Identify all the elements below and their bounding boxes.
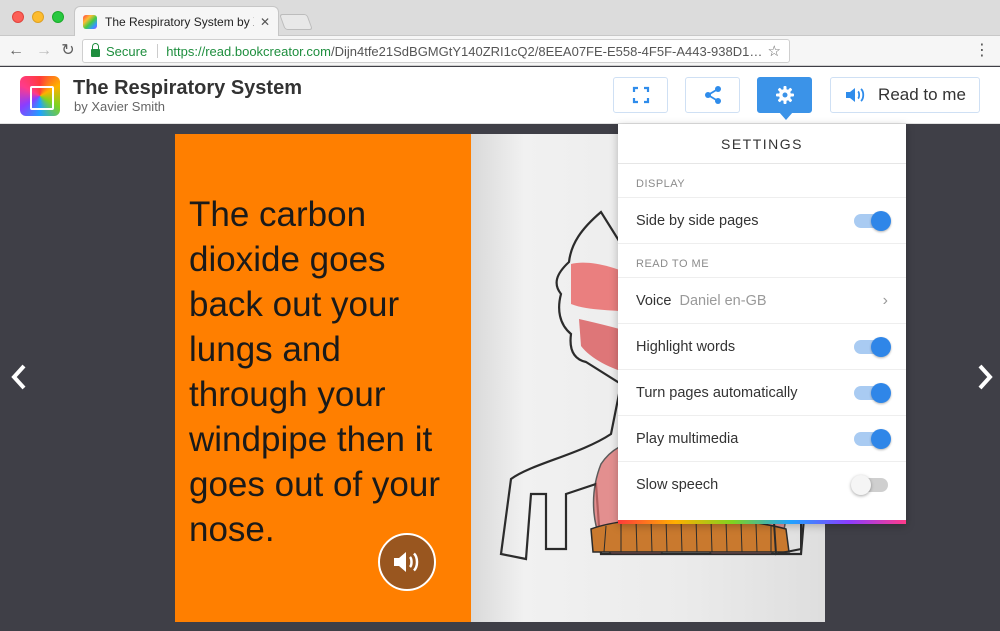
turn-pages-toggle[interactable] — [854, 382, 891, 403]
back-arrow-icon[interactable]: ← — [6, 41, 26, 61]
slow-speech-label: Slow speech — [636, 477, 719, 493]
page-audio-button[interactable] — [378, 533, 436, 591]
secure-label: Secure — [106, 43, 148, 59]
play-multimedia-toggle[interactable] — [854, 428, 891, 449]
side-by-side-row[interactable]: Side by side pages — [618, 198, 906, 244]
bookcreator-favicon-icon — [83, 14, 97, 29]
tab-title: The Respiratory System by Xa — [105, 14, 254, 29]
settings-button[interactable] — [757, 77, 812, 120]
reload-icon[interactable]: ↻ — [58, 41, 78, 61]
url-divider — [157, 44, 159, 58]
browser-tabstrip: The Respiratory System by Xa ✕ — [0, 0, 1000, 36]
tab-close-icon[interactable]: ✕ — [260, 15, 270, 29]
voice-value: Daniel en-GB — [679, 292, 767, 309]
url-path: /Dijn4tfe21SdBGMGtY140ZRI1cQ2/8EEA07FE-E… — [330, 43, 763, 59]
slow-speech-row[interactable]: Slow speech — [618, 462, 906, 508]
app-header: The Respiratory System by Xavier Smith R… — [0, 67, 1000, 124]
side-by-side-toggle[interactable] — [854, 210, 891, 231]
chevron-right-icon — [978, 364, 993, 390]
speaker-icon — [394, 552, 419, 572]
turn-pages-row[interactable]: Turn pages automatically — [618, 370, 906, 416]
browser-toolbar: ← → ↻ Secure https://read.bookcreator.co… — [0, 36, 1000, 66]
share-icon — [704, 86, 721, 104]
display-section-label: DISPLAY — [618, 164, 906, 198]
next-page-button[interactable] — [970, 360, 1000, 394]
browser-menu-icon[interactable]: ⋮ — [974, 41, 990, 61]
voice-row[interactable]: Voice Daniel en-GB › — [618, 278, 906, 324]
close-window-button[interactable] — [12, 11, 24, 23]
book-creator-logo — [20, 76, 60, 116]
share-button[interactable] — [685, 77, 740, 113]
page-text: The carbon dioxide goes back out your lu… — [189, 195, 440, 549]
settings-panel: SETTINGS DISPLAY Side by side pages READ… — [618, 124, 906, 524]
book-author: by Xavier Smith — [74, 99, 166, 114]
book-title: The Respiratory System — [73, 77, 302, 99]
settings-title: SETTINGS — [618, 124, 906, 164]
minimize-window-button[interactable] — [32, 11, 44, 23]
speaker-icon — [846, 88, 865, 102]
url-host: https://read.bookcreator.com — [166, 43, 331, 59]
side-by-side-label: Side by side pages — [636, 212, 759, 229]
address-bar[interactable]: Secure https://read.bookcreator.com /Dij… — [82, 39, 790, 63]
highlight-words-label: Highlight words — [636, 338, 736, 355]
highlight-words-toggle[interactable] — [854, 336, 891, 357]
fullscreen-button[interactable] — [613, 77, 668, 113]
bookmark-star-icon[interactable]: ☆ — [768, 42, 781, 60]
chevron-right-icon: › — [882, 291, 888, 309]
chevron-left-icon — [11, 364, 26, 390]
read-to-me-button[interactable]: Read to me — [830, 77, 980, 113]
browser-tab[interactable]: The Respiratory System by Xa ✕ — [74, 6, 279, 36]
play-multimedia-row[interactable]: Play multimedia — [618, 416, 906, 462]
book-page-left: The carbon dioxide goes back out your lu… — [175, 134, 471, 622]
lock-icon — [91, 43, 100, 57]
new-tab-button[interactable] — [279, 14, 313, 30]
voice-label: Voice — [636, 292, 672, 309]
play-multimedia-label: Play multimedia — [636, 430, 739, 447]
gear-icon — [775, 86, 794, 104]
read-to-me-section-label: READ TO ME — [618, 244, 906, 278]
rainbow-divider — [618, 520, 906, 524]
previous-page-button[interactable] — [4, 360, 34, 394]
zoom-window-button[interactable] — [52, 11, 64, 23]
forward-arrow-icon[interactable]: → — [34, 41, 54, 61]
read-to-me-label: Read to me — [878, 85, 966, 104]
slow-speech-toggle[interactable] — [851, 475, 888, 495]
fullscreen-icon — [632, 86, 649, 104]
highlight-words-row[interactable]: Highlight words — [618, 324, 906, 370]
turn-pages-label: Turn pages automatically — [636, 384, 798, 401]
